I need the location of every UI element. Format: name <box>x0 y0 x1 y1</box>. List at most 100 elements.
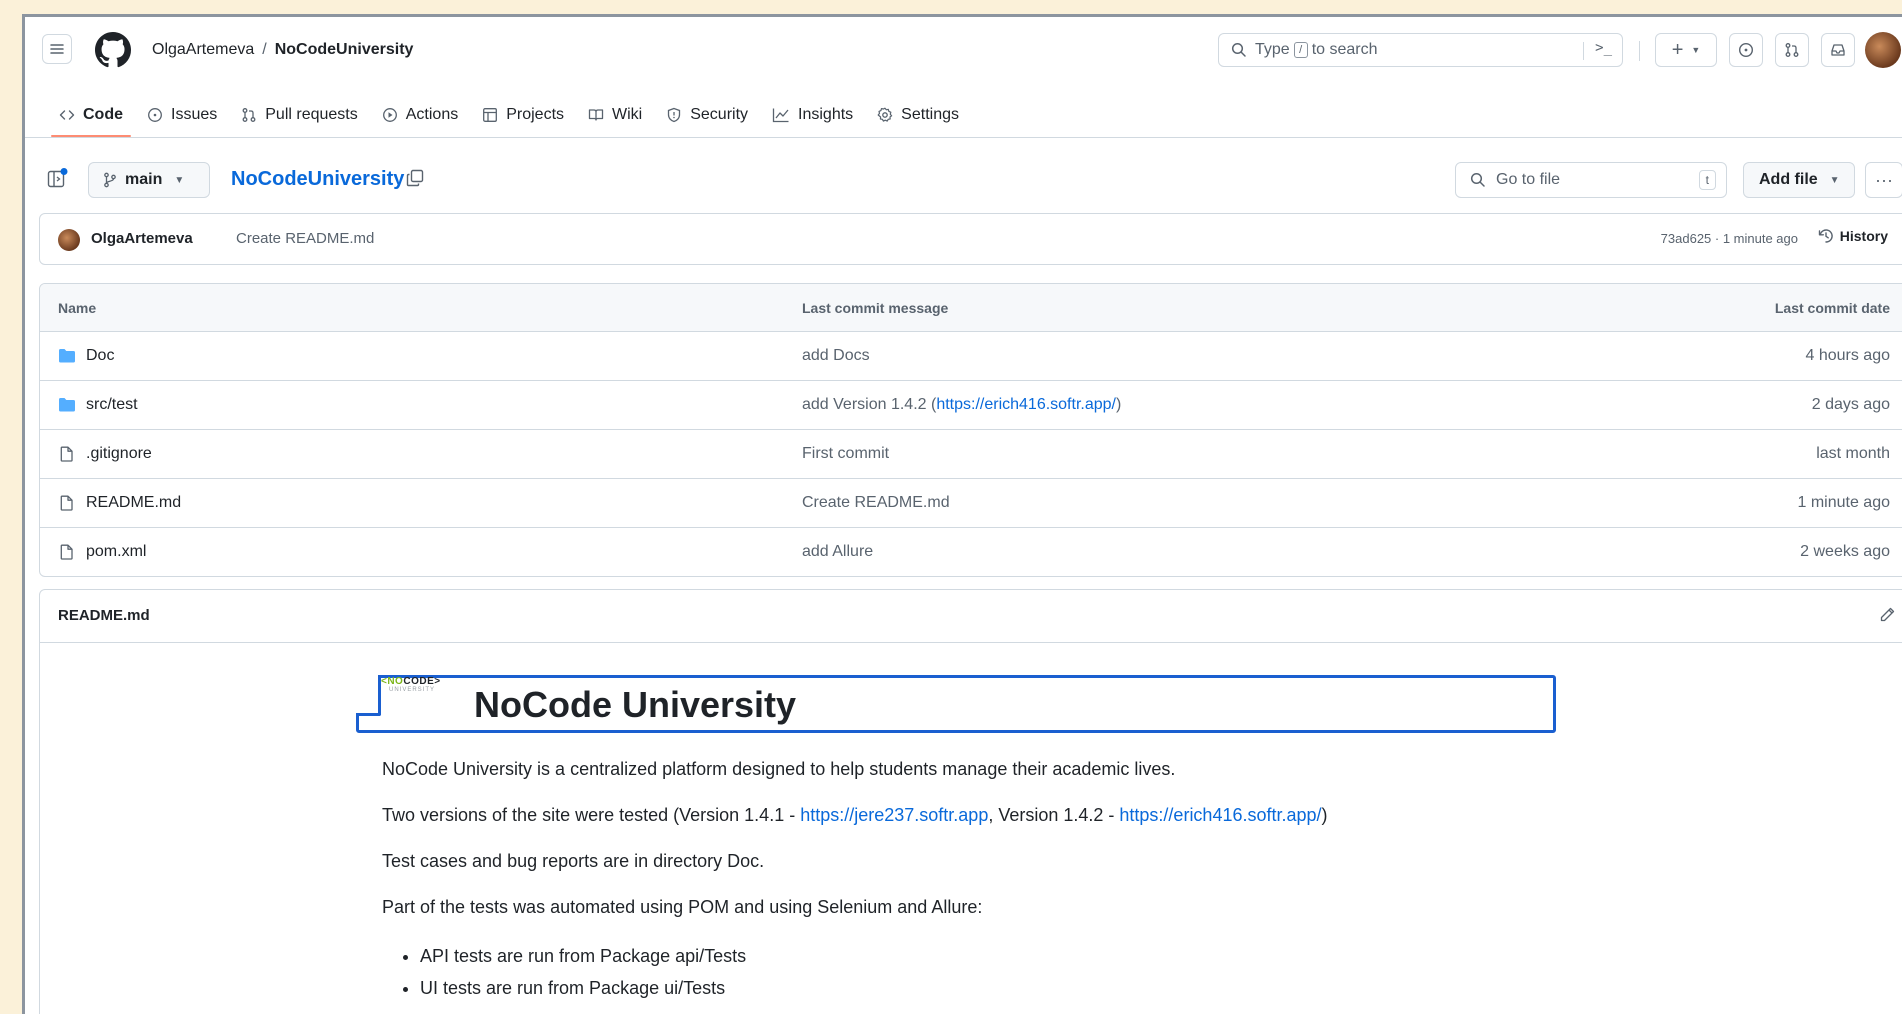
nocode-logo: <NOCODE> UNIVERSITY <box>381 676 441 693</box>
latest-commit-bar: OlgaArtemeva Create README.md 73ad625 · … <box>39 213 1902 265</box>
menu-button[interactable] <box>42 34 72 64</box>
readme-paragraph: NoCode University is a centralized platf… <box>382 759 1176 779</box>
chevron-down-icon: ▼ <box>1691 45 1701 55</box>
breadcrumb: OlgaArtemeva / NoCodeUniversity <box>152 41 413 59</box>
folder-icon <box>58 397 76 413</box>
shield-icon <box>666 107 682 123</box>
logo-text-right: CODE> <box>403 676 441 687</box>
owner-link[interactable]: OlgaArtemeva <box>152 41 254 58</box>
tab-issues[interactable]: Issues <box>135 97 229 133</box>
commit-message[interactable]: Create README.md <box>236 230 374 247</box>
repo-toolbar: main ▼ NoCodeUniversity Go to file t Add… <box>25 157 1902 198</box>
file-name[interactable]: Doc <box>86 347 114 365</box>
commit-message-cell[interactable]: add Docs <box>802 347 870 365</box>
readme-title: NoCode University <box>474 684 797 725</box>
file-icon <box>58 544 76 560</box>
message-suffix: ) <box>1115 396 1122 413</box>
file-icon <box>58 446 76 462</box>
file-name[interactable]: README.md <box>86 494 181 512</box>
chevron-down-icon: ▼ <box>174 174 185 186</box>
issues-button[interactable] <box>1729 33 1763 67</box>
add-file-button[interactable]: Add file ▼ <box>1743 162 1855 198</box>
commit-date-cell: 2 days ago <box>1811 396 1890 413</box>
github-logo-icon[interactable] <box>95 32 131 73</box>
inbox-button[interactable] <box>1821 33 1855 67</box>
user-avatar[interactable] <box>1865 32 1901 68</box>
banner-notch <box>356 675 381 716</box>
tab-wiki[interactable]: Wiki <box>576 97 654 133</box>
text: ) <box>1321 805 1328 825</box>
list-item: UI tests are run from Package ui/Tests <box>420 972 1782 1004</box>
file-icon <box>58 495 76 511</box>
issue-icon <box>1738 42 1754 58</box>
tab-label: Pull requests <box>265 106 358 123</box>
branch-name: main <box>125 171 163 188</box>
file-name-cell: Doc <box>58 347 114 365</box>
commit-message-cell[interactable]: Create README.md <box>802 494 950 512</box>
header-divider <box>1639 41 1640 61</box>
table-row[interactable]: pom.xml add Allure 2 weeks ago <box>40 527 1902 576</box>
code-icon <box>59 107 75 123</box>
repo-title-link[interactable]: NoCodeUniversity <box>231 168 404 191</box>
tab-label: Projects <box>506 106 565 123</box>
table-row[interactable]: src/test add Version 1.4.2 (https://eric… <box>40 380 1902 429</box>
tab-pull-requests[interactable]: Pull requests <box>229 97 370 133</box>
tab-label: Code <box>83 106 123 123</box>
pull-request-icon <box>1785 43 1799 57</box>
pencil-icon[interactable] <box>1878 606 1896 629</box>
file-name[interactable]: pom.xml <box>86 543 146 561</box>
tab-label: Insights <box>798 106 854 123</box>
message-prefix: add Version 1.4.2 ( <box>802 396 937 413</box>
more-options-button[interactable]: ··· <box>1865 162 1902 198</box>
commit-message-cell[interactable]: First commit <box>802 445 889 463</box>
history-button[interactable]: History <box>1818 228 1888 244</box>
search-shortcut-key: / <box>1293 42 1308 58</box>
version-link-1[interactable]: https://jere237.softr.app <box>800 805 988 825</box>
tab-label: Actions <box>405 106 459 123</box>
file-name-cell: .gitignore <box>58 445 152 463</box>
tab-label: Issues <box>171 106 218 123</box>
search-icon <box>1470 172 1486 188</box>
tab-projects[interactable]: Projects <box>470 97 576 133</box>
pull-requests-button[interactable] <box>1775 33 1809 67</box>
search-placeholder-suffix: to search <box>1311 41 1378 58</box>
create-new-button[interactable]: + ▼ <box>1655 33 1717 67</box>
commit-message-cell[interactable]: add Allure <box>802 543 873 561</box>
readme-filename[interactable]: README.md <box>58 607 150 624</box>
logo-subtitle: UNIVERSITY <box>389 687 436 693</box>
logo-text-left: <NO <box>381 676 404 687</box>
version-link-2[interactable]: https://erich416.softr.app/ <box>1119 805 1321 825</box>
file-tree-toggle-icon[interactable] <box>47 167 69 194</box>
go-to-file-placeholder: Go to file <box>1496 171 1561 188</box>
tab-actions[interactable]: Actions <box>370 97 470 133</box>
repo-link[interactable]: NoCodeUniversity <box>275 41 414 58</box>
list-item: API tests are run from Package api/Tests <box>420 940 1782 972</box>
search-input[interactable]: Type / to search >_ <box>1218 33 1623 67</box>
history-label: History <box>1839 228 1888 244</box>
search-placeholder-prefix: Type <box>1255 41 1290 58</box>
readme-paragraph: Part of the tests was automated using PO… <box>382 897 983 917</box>
tab-security[interactable]: Security <box>654 97 760 133</box>
copy-icon[interactable] <box>405 168 425 193</box>
table-row[interactable]: README.md Create README.md 1 minute ago <box>40 478 1902 527</box>
avatar[interactable] <box>58 229 80 251</box>
commit-message-cell[interactable]: add Version 1.4.2 (https://erich416.soft… <box>802 396 1121 414</box>
commit-hash-time[interactable]: 73ad625 · 1 minute ago <box>1661 231 1798 246</box>
file-name[interactable]: .gitignore <box>86 445 152 463</box>
tab-label: Settings <box>901 106 959 123</box>
table-row[interactable]: Doc add Docs 4 hours ago <box>40 331 1902 380</box>
message-link[interactable]: https://erich416.softr.app/ <box>936 396 1116 413</box>
command-palette-icon[interactable]: >_ <box>1595 40 1612 56</box>
inbox-icon <box>1831 44 1845 56</box>
go-to-file-input[interactable]: Go to file t <box>1455 162 1727 198</box>
tab-insights[interactable]: Insights <box>760 97 865 133</box>
plus-icon: + <box>1671 39 1684 61</box>
branch-selector[interactable]: main ▼ <box>88 162 210 198</box>
tab-code[interactable]: Code <box>47 97 135 137</box>
readme-paragraph: Two versions of the site were tested (Ve… <box>382 802 1782 848</box>
file-name[interactable]: src/test <box>86 396 138 414</box>
table-row[interactable]: .gitignore First commit last month <box>40 429 1902 478</box>
tab-settings[interactable]: Settings <box>865 97 971 133</box>
commit-author[interactable]: OlgaArtemeva <box>91 230 193 247</box>
add-file-label: Add file <box>1759 171 1818 188</box>
